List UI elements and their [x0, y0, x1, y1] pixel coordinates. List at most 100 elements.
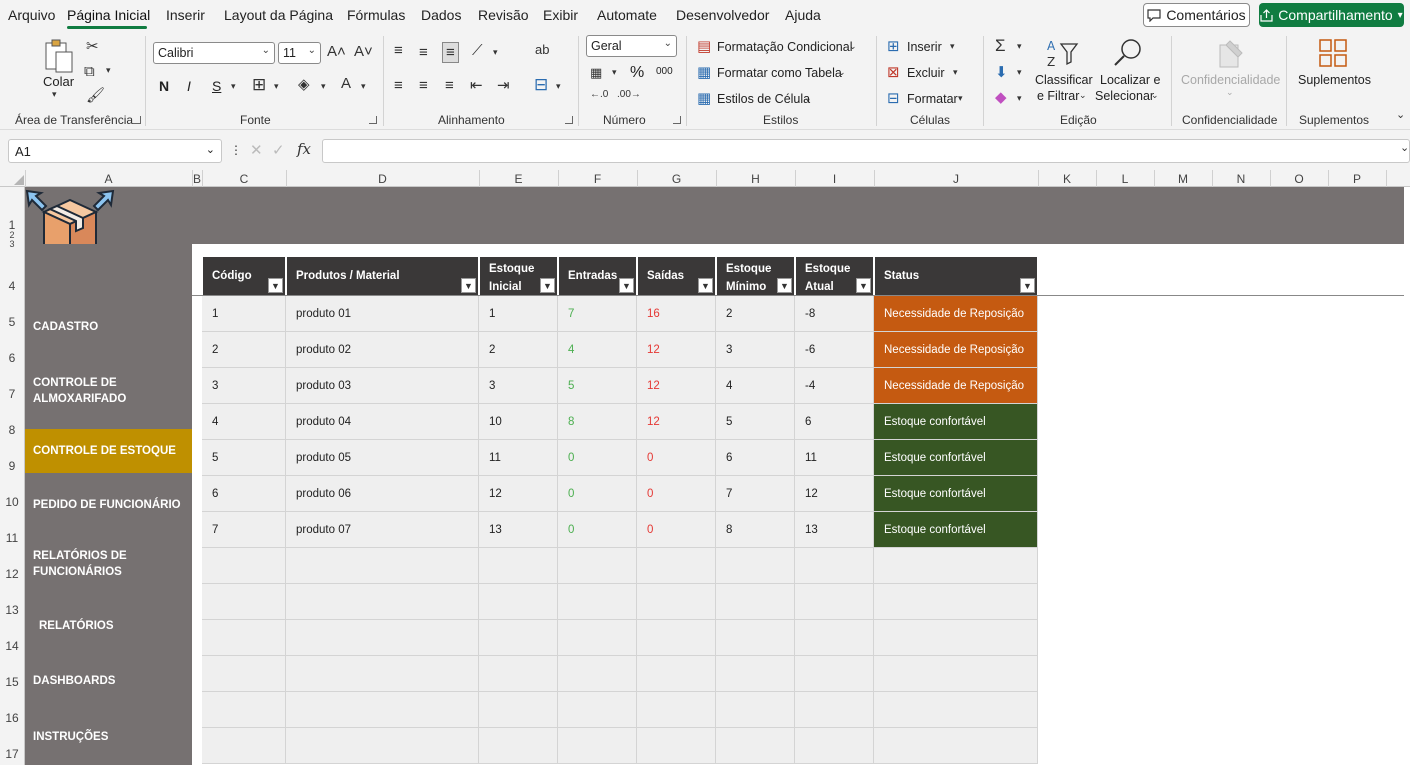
table-cell[interactable]: 7	[558, 296, 637, 332]
increase-indent-icon[interactable]: ⇥	[497, 78, 510, 93]
chevron-down-icon[interactable]: ▾	[106, 66, 111, 75]
format-painter-icon[interactable]: 🖌	[86, 88, 105, 103]
menu-layout[interactable]: Layout da Página	[224, 7, 333, 23]
table-cell[interactable]: produto 04	[286, 404, 479, 440]
ribbon-collapse-icon[interactable]: ⌄	[1396, 110, 1405, 121]
comments-button[interactable]: Comentários	[1143, 3, 1250, 27]
row-header[interactable]: 14	[0, 639, 24, 653]
column-header[interactable]: P	[1328, 172, 1386, 186]
format-table-icon[interactable]: ▦	[697, 65, 711, 80]
column-header[interactable]: C	[202, 172, 286, 186]
name-box[interactable]: A1 ⌄	[8, 139, 222, 163]
empty-cell[interactable]	[479, 728, 558, 764]
conditional-format-button[interactable]: Formatação Condicional	[717, 40, 853, 54]
paste-label[interactable]: Colar	[43, 74, 74, 89]
table-cell[interactable]: 7	[716, 476, 795, 512]
empty-cell[interactable]	[202, 620, 286, 656]
table-cell[interactable]: produto 01	[286, 296, 479, 332]
column-header[interactable]: M	[1154, 172, 1212, 186]
sort-filter-icon[interactable]: AZ	[1045, 38, 1079, 70]
empty-cell[interactable]	[558, 728, 637, 764]
table-cell[interactable]: 11	[795, 440, 874, 476]
chevron-down-icon[interactable]: ▾	[556, 82, 561, 91]
empty-cell[interactable]	[558, 692, 637, 728]
dialog-launcher-icon[interactable]	[565, 116, 573, 124]
empty-cell[interactable]	[637, 548, 716, 584]
table-cell[interactable]: 8	[716, 512, 795, 548]
empty-cell[interactable]	[795, 692, 874, 728]
table-cell[interactable]: 7	[202, 512, 286, 548]
align-top-icon[interactable]: ≡	[394, 43, 403, 58]
table-cell[interactable]: produto 05	[286, 440, 479, 476]
row-header[interactable]: 5	[0, 315, 24, 329]
table-cell[interactable]: produto 02	[286, 332, 479, 368]
empty-cell[interactable]	[558, 620, 637, 656]
table-cell[interactable]: 10	[479, 404, 558, 440]
empty-cell[interactable]	[202, 728, 286, 764]
column-header[interactable]: B	[192, 172, 202, 186]
row-header[interactable]: 3	[0, 239, 24, 249]
align-left-icon[interactable]: ≡	[394, 78, 403, 93]
table-cell[interactable]: 3	[716, 332, 795, 368]
percent-button[interactable]: %	[630, 64, 644, 82]
column-header[interactable]: K	[1038, 172, 1096, 186]
table-cell[interactable]: produto 06	[286, 476, 479, 512]
table-cell[interactable]: 6	[716, 440, 795, 476]
menu-dados[interactable]: Dados	[421, 7, 461, 23]
table-cell[interactable]: 16	[637, 296, 716, 332]
sidebar-item-relatorios[interactable]: RELATÓRIOS	[25, 608, 192, 644]
table-cell[interactable]: 3	[202, 368, 286, 404]
fill-color-icon[interactable]: ◈	[298, 77, 310, 92]
sidebar-item-instrucoes[interactable]: INSTRUÇÕES	[25, 719, 192, 755]
row-header[interactable]: 6	[0, 351, 24, 365]
increase-font-icon[interactable]: A˄	[327, 44, 346, 59]
empty-cell[interactable]	[202, 692, 286, 728]
row-header[interactable]: 13	[0, 603, 24, 617]
empty-cell[interactable]	[795, 656, 874, 692]
column-header[interactable]: L	[1096, 172, 1154, 186]
align-right-icon[interactable]: ≡	[445, 78, 454, 93]
table-cell[interactable]: -4	[795, 368, 874, 404]
table-cell[interactable]: 12	[795, 476, 874, 512]
sidebar-item-estoque[interactable]: CONTROLE DE ESTOQUE	[25, 429, 192, 473]
empty-cell[interactable]	[479, 584, 558, 620]
formula-input[interactable]	[322, 139, 1410, 163]
conditional-format-icon[interactable]: ▤	[697, 39, 711, 54]
empty-cell[interactable]	[716, 620, 795, 656]
find-select-label-1[interactable]: Localizar e	[1100, 73, 1160, 87]
find-select-label-2[interactable]: Selecionar	[1095, 89, 1154, 103]
menu-ajuda[interactable]: Ajuda	[785, 7, 821, 23]
column-header[interactable]: D	[286, 172, 479, 186]
empty-cell[interactable]	[874, 548, 1038, 584]
filter-dropdown-icon[interactable]: ▼	[856, 278, 871, 293]
table-cell[interactable]: 2	[716, 296, 795, 332]
chevron-down-icon[interactable]: ⌄	[804, 94, 812, 103]
delete-cells-button[interactable]: Excluir	[907, 66, 945, 80]
table-cell[interactable]: produto 03	[286, 368, 479, 404]
chevron-down-icon[interactable]: ⌄	[1151, 91, 1159, 100]
menu-formulas[interactable]: Fórmulas	[347, 7, 405, 23]
chevron-down-icon[interactable]: ⌄	[849, 42, 857, 51]
sidebar-item-almoxarifado[interactable]: CONTROLE DE ALMOXARIFADO	[25, 369, 192, 413]
table-cell[interactable]: 0	[558, 512, 637, 548]
row-header[interactable]: 11	[0, 531, 24, 545]
chevron-down-icon[interactable]: ▾	[1017, 94, 1022, 103]
filter-dropdown-icon[interactable]: ▼	[777, 278, 792, 293]
delete-cells-icon[interactable]: ⊠	[887, 65, 900, 80]
table-cell[interactable]: 6	[202, 476, 286, 512]
filter-dropdown-icon[interactable]: ▼	[1020, 278, 1035, 293]
format-cells-button[interactable]: Formatar	[907, 92, 958, 106]
filter-dropdown-icon[interactable]: ▼	[540, 278, 555, 293]
empty-cell[interactable]	[479, 692, 558, 728]
table-cell[interactable]: 1	[479, 296, 558, 332]
row-header[interactable]: 7	[0, 387, 24, 401]
sidebar-item-dashboards[interactable]: DASHBOARDS	[25, 663, 192, 699]
empty-cell[interactable]	[637, 584, 716, 620]
empty-cell[interactable]	[479, 620, 558, 656]
align-bottom-icon[interactable]: ≡	[442, 42, 459, 63]
number-format-select[interactable]: Geral ⌄	[586, 35, 677, 57]
sort-filter-label-1[interactable]: Classificar	[1035, 73, 1093, 87]
addins-button[interactable]: Suplementos	[1298, 73, 1371, 87]
empty-cell[interactable]	[874, 656, 1038, 692]
chevron-down-icon[interactable]: ▾	[231, 82, 236, 91]
